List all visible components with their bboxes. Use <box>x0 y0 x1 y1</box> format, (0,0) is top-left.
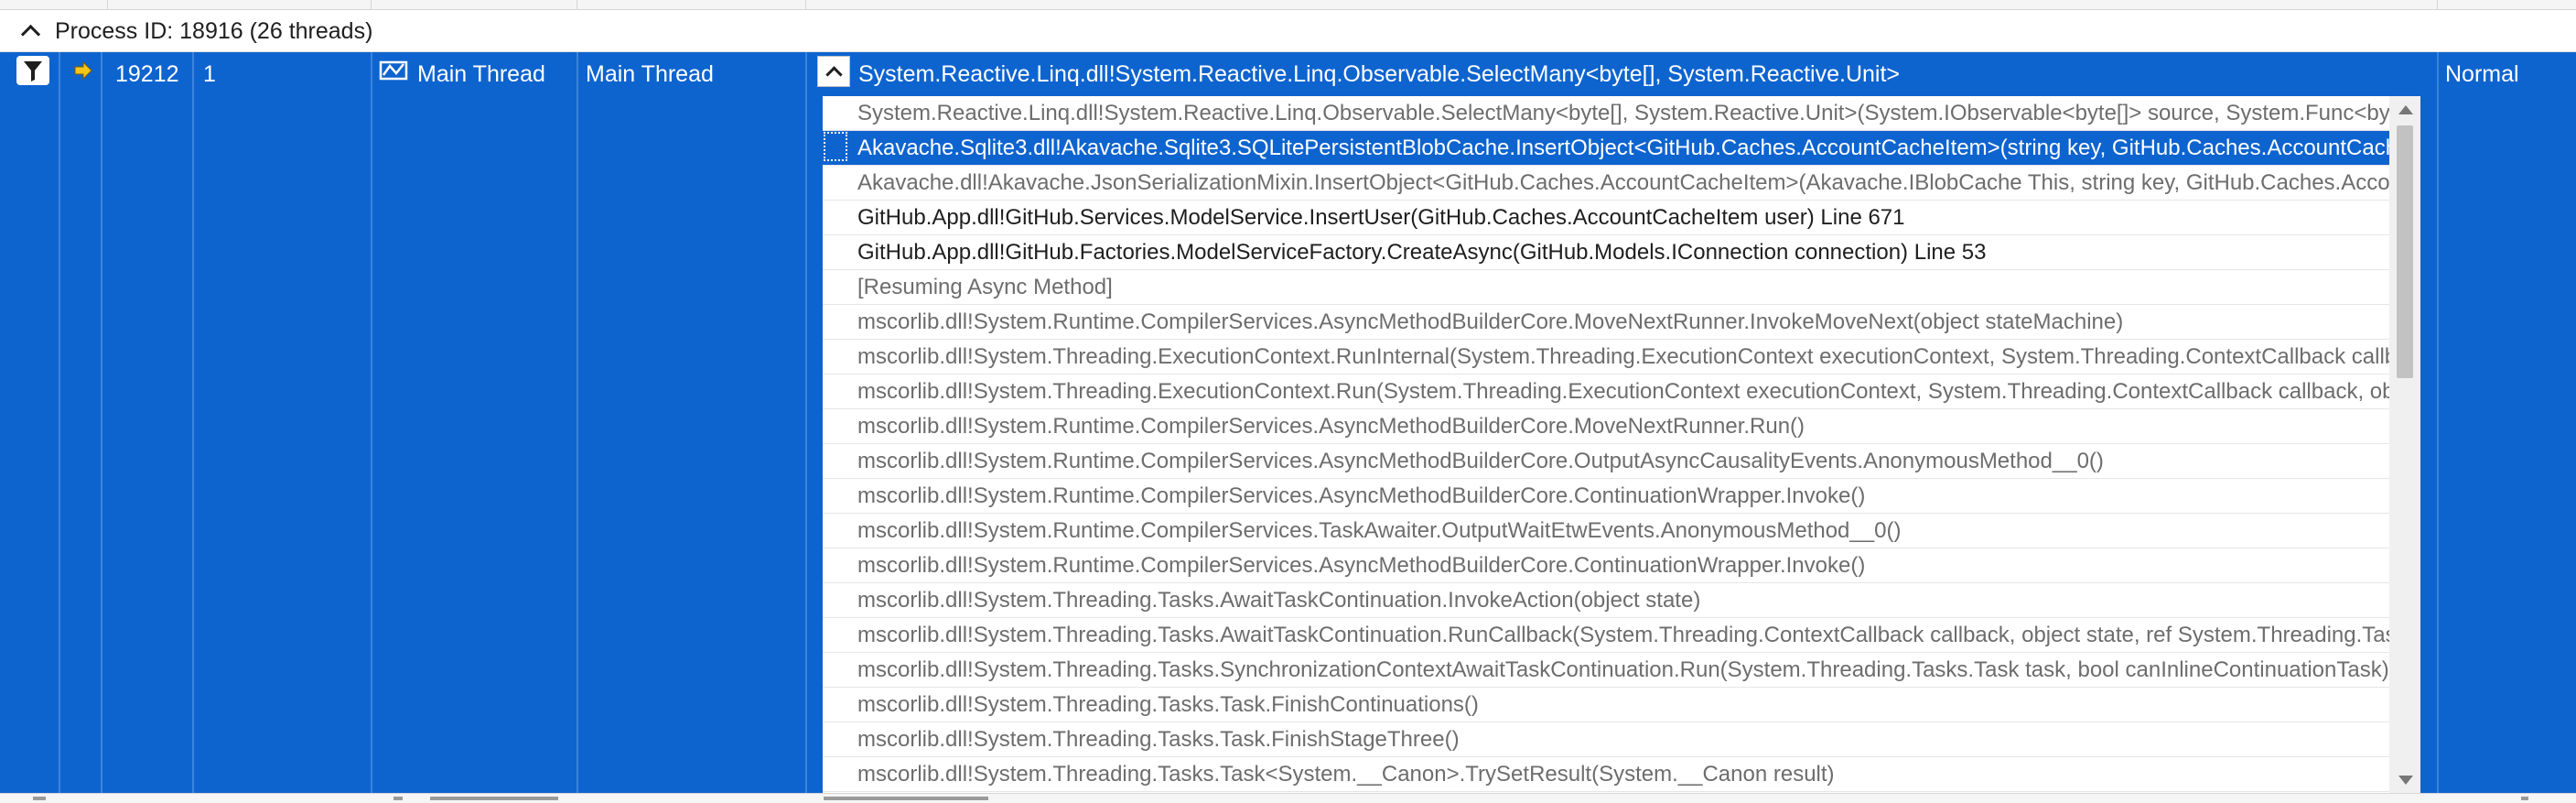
thread-name: Main Thread <box>586 61 714 87</box>
column-divider <box>59 52 60 793</box>
call-stack-frame[interactable]: mscorlib.dll!System.Runtime.CompilerServ… <box>823 444 2389 479</box>
location-expand-button[interactable] <box>817 56 850 87</box>
call-stack-frame-text: mscorlib.dll!System.Threading.Tasks.Awai… <box>857 588 1701 613</box>
row-fragment <box>393 797 403 800</box>
column-divider <box>371 52 372 793</box>
column-divider <box>577 52 578 793</box>
call-stack-frame[interactable]: mscorlib.dll!System.Runtime.CompilerServ… <box>823 409 2389 444</box>
call-stack-frame[interactable]: System.Reactive.Linq.dll!System.Reactive… <box>823 96 2389 131</box>
call-stack-frame[interactable]: mscorlib.dll!System.Threading.Tasks.Task… <box>823 722 2389 757</box>
thread-id: 19212 <box>115 61 179 87</box>
chevron-up-icon[interactable] <box>20 24 41 45</box>
column-divider[interactable] <box>2437 0 2438 9</box>
column-divider[interactable] <box>107 0 108 9</box>
call-stack-frame[interactable]: mscorlib.dll!System.Runtime.CompilerServ… <box>823 548 2389 583</box>
call-stack-frame[interactable]: mscorlib.dll!System.Runtime.CompilerServ… <box>823 305 2389 340</box>
scrollbar-thumb[interactable] <box>2397 125 2413 378</box>
main-thread-icon <box>379 59 410 89</box>
call-stack-frame[interactable]: mscorlib.dll!System.Threading.ExecutionC… <box>823 340 2389 374</box>
thread-priority: Normal <box>2445 61 2519 87</box>
current-thread-arrow-icon <box>73 60 93 87</box>
row-fragment <box>430 797 558 800</box>
call-stack-list: System.Reactive.Linq.dll!System.Reactive… <box>823 96 2389 792</box>
column-divider <box>101 52 102 793</box>
thread-location: System.Reactive.Linq.dll!System.Reactive… <box>858 61 1901 87</box>
call-stack-frame[interactable]: mscorlib.dll!System.Threading.ExecutionC… <box>823 374 2389 409</box>
call-stack-frame[interactable]: Akavache.dll!Akavache.JsonSerializationM… <box>823 166 2389 201</box>
row-fragment <box>2521 797 2528 800</box>
process-group-label: Process ID: 18916 (26 threads) <box>55 18 373 44</box>
call-stack-frame-text: mscorlib.dll!System.Threading.Tasks.Task… <box>857 692 1479 717</box>
call-stack-frame[interactable]: mscorlib.dll!System.Threading.Tasks.Sync… <box>823 653 2389 688</box>
call-stack-frame-text: mscorlib.dll!System.Runtime.CompilerServ… <box>857 483 1866 508</box>
row-fragment <box>824 797 988 800</box>
column-divider <box>805 52 807 793</box>
call-stack-frame-text: mscorlib.dll!System.Runtime.CompilerServ… <box>857 518 1902 543</box>
column-divider[interactable] <box>371 0 372 9</box>
call-stack-frame-text: GitHub.App.dll!GitHub.Services.ModelServ… <box>857 205 1905 230</box>
call-stack-frame[interactable]: mscorlib.dll!System.Threading.Tasks.Awai… <box>823 583 2389 618</box>
focus-marker <box>824 132 847 161</box>
call-stack-frame-text: mscorlib.dll!System.Runtime.CompilerServ… <box>857 449 2104 473</box>
thread-row[interactable]: 19212 1 Main Thread Main Thread System.R… <box>0 52 2576 794</box>
call-stack-frame[interactable]: Akavache.Sqlite3.dll!Akavache.Sqlite3.SQ… <box>823 131 2389 166</box>
call-stack-frame[interactable]: mscorlib.dll!System.Runtime.CompilerServ… <box>823 514 2389 548</box>
call-stack-frame-text: mscorlib.dll!System.Threading.ExecutionC… <box>857 344 2389 369</box>
thread-category: Main Thread <box>417 61 545 87</box>
call-stack-frame-text: System.Reactive.Linq.dll!System.Reactive… <box>857 101 2389 125</box>
call-stack-frame-text: mscorlib.dll!System.Threading.Tasks.Task… <box>857 762 1835 787</box>
call-stack-frame[interactable]: mscorlib.dll!System.Threading.Tasks.Task… <box>823 757 2389 792</box>
call-stack-frame[interactable]: GitHub.App.dll!GitHub.Services.ModelServ… <box>823 201 2389 235</box>
call-stack-frame-text: mscorlib.dll!System.Threading.Tasks.Sync… <box>857 657 2389 682</box>
scroll-down-arrow-icon[interactable] <box>2398 776 2413 785</box>
call-stack-frame-text: [Resuming Async Method] <box>857 275 1113 299</box>
column-divider[interactable] <box>805 0 806 9</box>
call-stack-frame-text: Akavache.Sqlite3.dll!Akavache.Sqlite3.SQ… <box>857 136 2389 160</box>
call-stack-frame[interactable]: mscorlib.dll!System.Threading.Tasks.Awai… <box>823 618 2389 653</box>
call-stack-frame-text: Akavache.dll!Akavache.JsonSerializationM… <box>857 170 2389 195</box>
call-stack-frame-text: mscorlib.dll!System.Runtime.CompilerServ… <box>857 309 2124 334</box>
call-stack-frame[interactable]: GitHub.App.dll!GitHub.Factories.ModelSer… <box>823 235 2389 270</box>
call-stack-frame-text: mscorlib.dll!System.Runtime.CompilerServ… <box>857 414 1805 439</box>
call-stack-frame-text: mscorlib.dll!System.Threading.ExecutionC… <box>857 379 2389 404</box>
call-stack-frame[interactable]: [Resuming Async Method] <box>823 270 2389 305</box>
column-divider <box>2437 52 2439 793</box>
call-stack-frame-text: mscorlib.dll!System.Threading.Tasks.Task… <box>857 727 1460 752</box>
scroll-up-arrow-icon[interactable] <box>2398 105 2413 114</box>
call-stack-scrollbar[interactable] <box>2389 96 2420 794</box>
managed-id: 1 <box>203 61 216 87</box>
process-group-header[interactable]: Process ID: 18916 (26 threads) <box>0 11 2576 52</box>
call-stack-frame[interactable]: mscorlib.dll!System.Runtime.CompilerServ… <box>823 479 2389 514</box>
call-stack-frame-text: mscorlib.dll!System.Runtime.CompilerServ… <box>857 553 1866 578</box>
flag-filter-icon[interactable] <box>16 56 49 85</box>
next-row-strip <box>0 793 2576 803</box>
call-stack-frame-text: GitHub.App.dll!GitHub.Factories.ModelSer… <box>857 240 1987 265</box>
chevron-up-icon <box>825 66 843 83</box>
call-stack-frame-text: mscorlib.dll!System.Threading.Tasks.Awai… <box>857 623 2389 647</box>
column-divider <box>192 52 194 793</box>
call-stack-frame[interactable]: mscorlib.dll!System.Threading.Tasks.Task… <box>823 688 2389 722</box>
call-stack-dropdown: System.Reactive.Linq.dll!System.Reactive… <box>823 96 2420 794</box>
row-fragment <box>33 797 46 800</box>
column-header-strip <box>0 0 2576 10</box>
